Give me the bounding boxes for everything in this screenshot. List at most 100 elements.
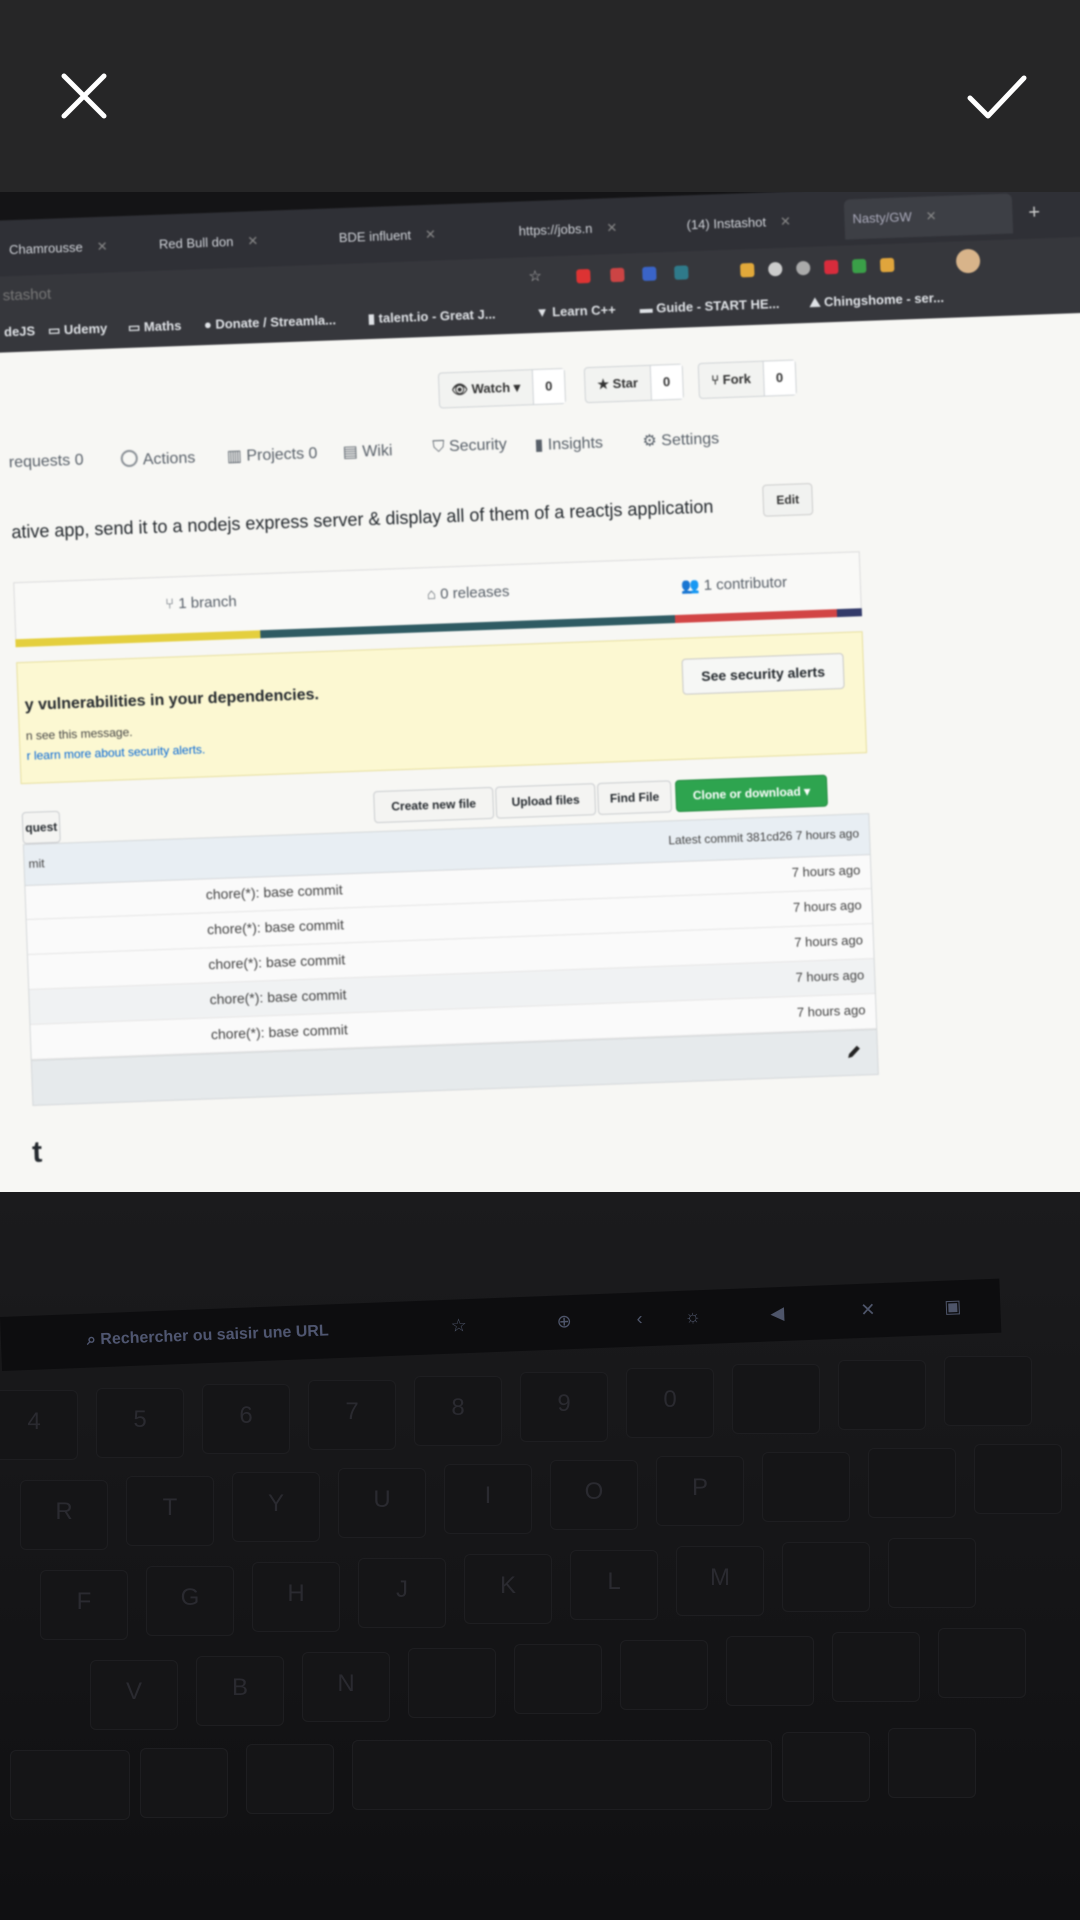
- pencil-icon[interactable]: [845, 1042, 864, 1061]
- latest-commit[interactable]: Latest commit 381cd26 7 hours ago: [668, 826, 859, 847]
- bookmark-item[interactable]: ▮ talent.io - Great J...: [368, 306, 496, 327]
- key: 4: [0, 1390, 78, 1460]
- alert-learn-more-link[interactable]: r learn more about security alerts.: [26, 742, 205, 763]
- confirm-button[interactable]: [956, 56, 1036, 136]
- commit-message[interactable]: chore(*): base commit: [211, 1021, 348, 1042]
- tab-projects[interactable]: ▥ Projects 0: [226, 443, 317, 466]
- key: [838, 1360, 926, 1430]
- browser-tab[interactable]: Red Bull don ✕: [150, 219, 329, 265]
- extension-icon[interactable]: [796, 260, 811, 276]
- commit-age: 7 hours ago: [794, 932, 864, 950]
- key: [868, 1448, 956, 1518]
- extension-icon[interactable]: [642, 266, 657, 282]
- extension-icon[interactable]: [610, 267, 625, 283]
- commit-message[interactable]: chore(*): base commit: [209, 986, 346, 1007]
- key: [10, 1750, 130, 1820]
- avatar[interactable]: [955, 248, 981, 274]
- branch-count[interactable]: ⑂ 1 branch: [165, 593, 237, 613]
- commit-age: 7 hours ago: [795, 967, 865, 985]
- extension-icon[interactable]: [674, 265, 689, 280]
- laptop-screen: Chamrousse ✕ Red Bull don ✕ BDE influent ✕ …: [0, 192, 1080, 1262]
- key: T: [126, 1476, 214, 1546]
- key: [352, 1740, 772, 1810]
- laptop-keyboard: ⌕ Rechercher ou saisir une URL ☆ ⊕ ‹ ☼ ◀…: [0, 1192, 1080, 1920]
- tab-wiki[interactable]: ▤ Wiki: [342, 440, 392, 462]
- close-button[interactable]: [44, 56, 124, 136]
- bookmark-item[interactable]: ⛰ Chingshome - ser...: [809, 290, 944, 311]
- extension-icon[interactable]: [768, 261, 783, 277]
- crop-toolbar: [0, 0, 1080, 192]
- clone-or-download-button[interactable]: Clone or download ▾: [674, 774, 829, 813]
- contributors-count[interactable]: 👥 1 contributor: [680, 573, 788, 595]
- mute-icon[interactable]: ✕: [860, 1299, 881, 1320]
- alert-title: y vulnerabilities in your dependencies.: [24, 686, 320, 714]
- star-button[interactable]: ★ Star 0: [583, 363, 684, 404]
- new-tab-button[interactable]: +: [1020, 192, 1059, 233]
- key: 6: [202, 1384, 290, 1454]
- play-icon: [120, 449, 139, 468]
- bookmark-item[interactable]: ● Donate / Streamla...: [204, 312, 337, 332]
- star-bookmark-icon[interactable]: ☆: [528, 267, 543, 285]
- screen-icon[interactable]: ▣: [944, 1296, 965, 1317]
- commit-message[interactable]: chore(*): base commit: [206, 881, 343, 902]
- bookmark-item[interactable]: ▼ Learn C++: [535, 302, 616, 320]
- browser-tab[interactable]: Chamrousse ✕: [0, 225, 149, 270]
- key: J: [358, 1558, 446, 1628]
- key: H: [252, 1562, 340, 1632]
- star-icon[interactable]: ☆: [450, 1315, 471, 1336]
- releases-count[interactable]: ⌂ 0 releases: [427, 583, 510, 603]
- commit-age: 7 hours ago: [791, 862, 861, 880]
- photo-preview: Chamrousse ✕ Red Bull don ✕ BDE influent ✕ …: [0, 192, 1080, 1920]
- commit-age: 7 hours ago: [792, 897, 862, 915]
- key: [762, 1452, 850, 1522]
- fork-button[interactable]: ⑂ Fork 0: [697, 359, 797, 400]
- chevron-left-icon[interactable]: ‹: [636, 1308, 657, 1328]
- touchbar-search[interactable]: ⌕ Rechercher ou saisir une URL: [87, 1322, 329, 1349]
- browser-tab[interactable]: BDE influent ✕: [330, 212, 509, 258]
- brightness-icon[interactable]: ☼: [684, 1306, 705, 1327]
- key: [246, 1744, 334, 1814]
- key: 5: [96, 1388, 184, 1458]
- find-file-button[interactable]: Find File: [596, 780, 673, 816]
- tab-actions[interactable]: Actions: [120, 448, 196, 471]
- commit-message[interactable]: chore(*): base commit: [207, 916, 344, 937]
- see-security-alerts-button[interactable]: See security alerts: [681, 652, 845, 695]
- tab-settings[interactable]: ⚙ Settings: [642, 428, 719, 451]
- browser-tab[interactable]: (14) Instashot ✕: [678, 200, 847, 246]
- key: [938, 1628, 1026, 1698]
- key: 9: [520, 1372, 608, 1442]
- extension-icon[interactable]: [576, 268, 591, 284]
- commit-message[interactable]: chore(*): base commit: [208, 951, 345, 972]
- create-new-file-button[interactable]: Create new file: [373, 786, 495, 824]
- tab-insights[interactable]: ▮ Insights: [534, 433, 603, 455]
- bookmark-item[interactable]: ▭ Maths: [128, 318, 182, 336]
- browser-tab-active[interactable]: Nasty/GW ✕: [843, 193, 1014, 240]
- plus-circle-icon[interactable]: ⊕: [556, 1311, 577, 1332]
- browser-tab[interactable]: https://jobs.n ✕: [510, 206, 679, 252]
- key: [944, 1356, 1032, 1426]
- key: F: [40, 1570, 128, 1640]
- key: U: [338, 1468, 426, 1538]
- watch-button[interactable]: 👁 Watch ▾ 0: [437, 367, 567, 409]
- extension-icon[interactable]: [879, 257, 895, 273]
- commit-age: 7 hours ago: [796, 1002, 866, 1020]
- bookmark-item[interactable]: deJS: [4, 323, 36, 339]
- close-icon: [61, 73, 107, 119]
- commit-label: mit: [28, 856, 45, 871]
- extension-icon[interactable]: [740, 262, 755, 278]
- key: O: [550, 1460, 638, 1530]
- bookmark-item[interactable]: ▬ Guide - START HE...: [639, 296, 779, 316]
- alert-text: n see this message.: [25, 725, 133, 743]
- upload-files-button[interactable]: Upload files: [495, 783, 597, 819]
- extension-icon[interactable]: [851, 258, 867, 274]
- bookmark-item[interactable]: ▭ Udemy: [48, 321, 108, 339]
- key: N: [302, 1652, 390, 1722]
- key: [888, 1728, 976, 1798]
- edit-description-button[interactable]: Edit: [762, 482, 814, 517]
- tab-pull-requests[interactable]: requests 0: [9, 452, 84, 473]
- tab-security[interactable]: ⛉ Security: [432, 436, 507, 457]
- volume-icon[interactable]: ◀: [770, 1303, 791, 1324]
- key: 8: [414, 1376, 502, 1446]
- extension-icon[interactable]: [823, 259, 839, 275]
- new-pull-request-button[interactable]: quest: [21, 810, 61, 845]
